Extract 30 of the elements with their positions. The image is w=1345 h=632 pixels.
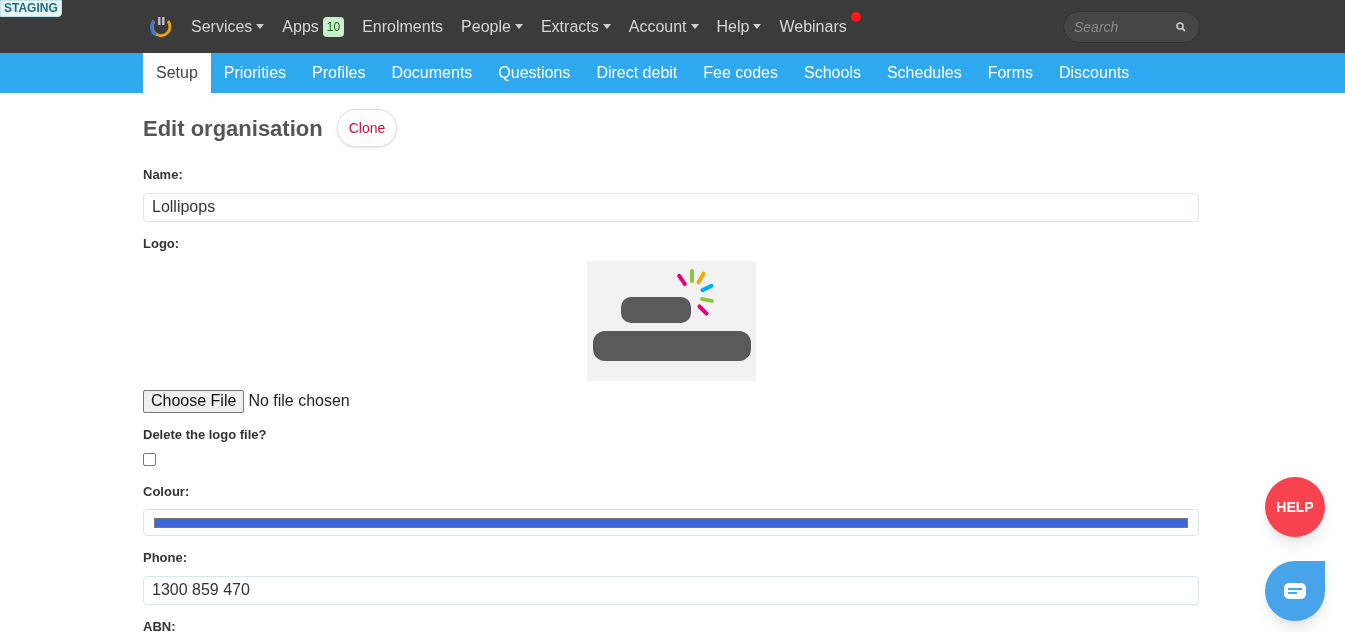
text-field[interactable]: 1300 859 470 — [143, 575, 1199, 605]
page-title: Edit organisation — [143, 114, 323, 143]
nav-item[interactable]: People — [461, 11, 523, 42]
nav-item[interactable]: Enrolments — [362, 11, 444, 42]
nav-item[interactable]: Apps 10 — [282, 11, 345, 42]
field-label: ABN: — [143, 617, 177, 632]
colour-field[interactable] — [143, 509, 1199, 536]
field-label: Logo: — [143, 234, 181, 253]
field-label: Colour: — [143, 482, 191, 501]
count-badge: 10 — [322, 16, 345, 37]
nav-item[interactable]: Account — [628, 11, 699, 42]
staging-badge: STAGING — [0, 0, 62, 17]
field-label: Name: — [143, 166, 184, 184]
help-button[interactable]: HELP — [1265, 477, 1325, 537]
file-status: No file chosen — [248, 391, 350, 411]
chat-button[interactable] — [1265, 561, 1325, 621]
nav-item[interactable]: Webinars — [779, 11, 847, 42]
nav-item[interactable]: Help — [716, 11, 762, 42]
search-icon[interactable] — [1176, 21, 1186, 32]
text-field[interactable]: Lollipops — [143, 192, 1199, 222]
tab[interactable]: Setup — [143, 53, 211, 93]
nav-item[interactable]: Services — [191, 11, 265, 42]
search-field[interactable]: Search — [1063, 10, 1200, 43]
nav-item[interactable]: Extracts — [540, 11, 611, 42]
checkbox[interactable] — [143, 452, 156, 466]
field-label: Delete the logo file? — [143, 426, 268, 444]
choose-file-button[interactable]: Choose File — [143, 389, 245, 413]
field-label: Phone: — [143, 549, 189, 567]
logo-icon[interactable] — [150, 14, 172, 39]
chat-icon — [1283, 582, 1307, 600]
